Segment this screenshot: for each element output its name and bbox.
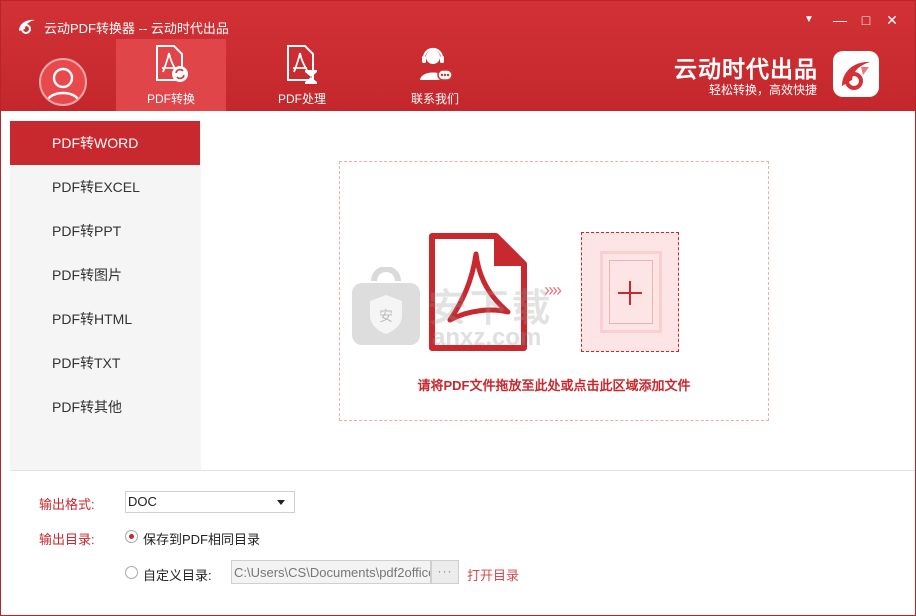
minimize-button[interactable]: —	[830, 11, 850, 29]
open-dir-link[interactable]: 打开目录	[467, 565, 519, 584]
plus-icon	[618, 281, 642, 305]
pdf-convert-icon	[156, 45, 188, 82]
browse-button[interactable]: ···	[431, 560, 459, 584]
customer-service-icon	[420, 47, 453, 81]
sidebar-item-pdf-to-ppt[interactable]: PDF转PPT	[10, 209, 200, 253]
file-drop-zone[interactable]: 安 安下载 anxz.com »» 请将PDF文件拖放至此处或点击此区域添加文件	[339, 161, 769, 421]
chevrons-right-icon: »»	[544, 280, 562, 300]
sidebar-item-pdf-to-image[interactable]: PDF转图片	[10, 253, 200, 297]
radio-custom-dir[interactable]	[125, 566, 138, 579]
sidebar-item-pdf-to-excel[interactable]: PDF转EXCEL	[10, 165, 200, 209]
tab-label: PDF处理	[277, 92, 326, 106]
app-window: 云动PDF转换器 -- 云动时代出品 ▼ — □ ✕ PDF转换 PDF处理 联…	[0, 0, 916, 616]
title-bar[interactable]: 云动PDF转换器 -- 云动时代出品 ▼ — □ ✕	[1, 1, 915, 36]
output-options-panel: 输出格式: DOC 输出目录: 保存到PDF相同目录 自定义目录: ··· 打开…	[1, 471, 915, 615]
sidebar-item-pdf-to-txt[interactable]: PDF转TXT	[10, 341, 200, 385]
tab-pdf-convert[interactable]: PDF转换	[116, 39, 226, 111]
header-bar: 云动PDF转换器 -- 云动时代出品 ▼ — □ ✕ PDF转换 PDF处理 联…	[1, 1, 915, 111]
add-file-button[interactable]	[581, 232, 679, 352]
brand-slogan: 轻松转换，高效快捷	[709, 83, 818, 97]
caret-down-icon	[277, 500, 285, 505]
output-format-label: 输出格式:	[39, 497, 95, 512]
custom-dir-input[interactable]	[231, 560, 431, 584]
radio-same-dir-label[interactable]: 保存到PDF相同目录	[143, 529, 260, 548]
sidebar-item-pdf-to-word[interactable]: PDF转WORD	[10, 121, 200, 165]
window-title: 云动PDF转换器 -- 云动时代出品	[44, 21, 229, 36]
watermark-shield-icon: 安	[352, 267, 420, 345]
sidebar-item-pdf-to-other[interactable]: PDF转其他	[10, 385, 200, 429]
user-icon	[45, 67, 81, 103]
tab-label: 联系我们	[410, 92, 459, 106]
brand-name: 云动时代出品	[674, 56, 818, 82]
watermark-shield-char: 安	[379, 309, 393, 325]
watermark-url: anxz.com	[432, 324, 542, 351]
close-button[interactable]: ✕	[882, 11, 902, 29]
output-format-select[interactable]: DOC	[125, 491, 295, 513]
brand-logo-icon	[833, 51, 879, 97]
radio-same-dir[interactable]	[125, 530, 138, 543]
main-area: 安 安下载 anxz.com »» 请将PDF文件拖放至此处或点击此区域添加文件	[201, 121, 915, 470]
app-logo-icon	[19, 19, 35, 34]
tab-label: PDF转换	[146, 92, 195, 106]
maximize-button[interactable]: □	[856, 11, 876, 29]
drop-hint-text: 请将PDF文件拖放至此处或点击此区域添加文件	[417, 378, 691, 393]
radio-custom-dir-label[interactable]: 自定义目录:	[143, 565, 212, 584]
tab-contact-us[interactable]: 联系我们	[380, 39, 490, 111]
user-avatar[interactable]	[39, 58, 87, 106]
menu-dropdown-button[interactable]: ▼	[799, 11, 819, 29]
output-format-value: DOC	[128, 494, 157, 509]
sidebar-item-pdf-to-html[interactable]: PDF转HTML	[10, 297, 200, 341]
tab-pdf-process[interactable]: PDF处理	[247, 39, 357, 111]
pdf-process-icon	[287, 45, 317, 84]
output-dir-label: 输出目录:	[39, 532, 95, 547]
sidebar: PDF转WORD PDF转EXCEL PDF转PPT PDF转图片 PDF转HT…	[10, 121, 201, 470]
